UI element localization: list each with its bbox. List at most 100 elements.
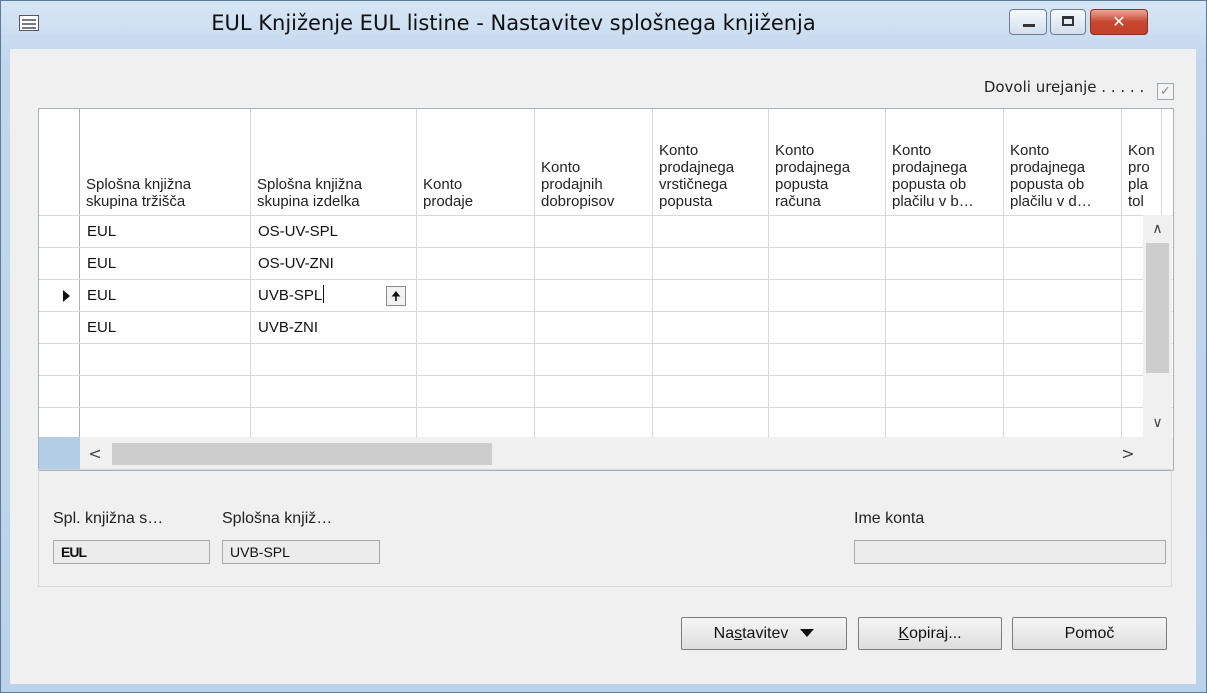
form-icon[interactable] <box>19 15 39 31</box>
table-cell[interactable] <box>535 376 653 407</box>
help-button[interactable]: Pomoč <box>1012 617 1167 650</box>
table-cell[interactable] <box>653 280 769 311</box>
table-cell[interactable]: EUL <box>80 280 251 311</box>
allow-edit-checkbox[interactable]: ✓ <box>1157 83 1174 100</box>
close-button[interactable]: ✕ <box>1090 9 1148 35</box>
table-row[interactable] <box>39 375 1173 407</box>
horizontal-scrollbar[interactable]: < > <box>80 437 1143 470</box>
account-name-field[interactable] <box>854 540 1166 564</box>
table-cell[interactable] <box>886 408 1004 439</box>
table-cell[interactable] <box>1004 312 1122 343</box>
table-cell[interactable] <box>886 248 1004 279</box>
table-cell[interactable] <box>80 376 251 407</box>
row-selector[interactable] <box>39 248 80 279</box>
row-selector[interactable] <box>39 312 80 343</box>
minimize-button[interactable] <box>1009 9 1047 35</box>
vertical-scroll-thumb[interactable] <box>1146 243 1169 373</box>
row-selector[interactable] <box>39 408 80 439</box>
table-cell[interactable]: EUL <box>80 248 251 279</box>
table-cell[interactable] <box>769 344 886 375</box>
table-row[interactable] <box>39 343 1173 375</box>
column-header[interactable]: Konto prodajnega popusta ob plačilu v d… <box>1004 109 1122 215</box>
table-cell[interactable] <box>886 216 1004 247</box>
table-cell[interactable]: OS-UV-SPL <box>251 216 417 247</box>
table-cell[interactable] <box>251 376 417 407</box>
table-row[interactable]: EUL UVB-ZNI <box>39 311 1173 343</box>
table-row[interactable] <box>39 407 1173 439</box>
table-row[interactable]: EUL OS-UV-ZNI <box>39 247 1173 279</box>
table-cell[interactable]: UVB-ZNI <box>251 312 417 343</box>
title-bar[interactable]: EUL Knjiženje EUL listine - Nastavitev s… <box>1 1 1206 49</box>
table-cell[interactable] <box>535 408 653 439</box>
scroll-up-icon[interactable]: ∧ <box>1143 215 1172 243</box>
row-selector[interactable] <box>39 216 80 247</box>
table-cell[interactable] <box>417 216 535 247</box>
table-cell[interactable] <box>251 408 417 439</box>
column-header[interactable]: Splošna knjižna skupina tržišča <box>80 109 251 215</box>
table-cell[interactable] <box>1004 344 1122 375</box>
table-cell[interactable] <box>653 408 769 439</box>
table-cell[interactable] <box>769 376 886 407</box>
maximize-button[interactable] <box>1050 9 1086 35</box>
table-cell[interactable] <box>417 408 535 439</box>
column-header[interactable]: Konto prodajnih dobropisov <box>535 109 653 215</box>
table-cell[interactable] <box>535 312 653 343</box>
table-cell[interactable] <box>653 216 769 247</box>
table-cell[interactable] <box>653 376 769 407</box>
table-cell[interactable] <box>886 280 1004 311</box>
table-cell[interactable] <box>417 280 535 311</box>
row-selector[interactable] <box>39 344 80 375</box>
table-row[interactable]: EUL UVB-SPL 🠉 <box>39 279 1173 311</box>
column-header[interactable]: Kon pro pla tol <box>1122 109 1162 215</box>
table-cell[interactable] <box>1004 248 1122 279</box>
table-cell[interactable] <box>417 312 535 343</box>
table-cell[interactable] <box>535 248 653 279</box>
table-cell[interactable] <box>653 344 769 375</box>
table-cell[interactable] <box>535 280 653 311</box>
table-cell[interactable] <box>1004 408 1122 439</box>
table-cell[interactable] <box>769 216 886 247</box>
table-cell[interactable] <box>653 248 769 279</box>
setup-dropdown-button[interactable]: Nastavitev <box>681 617 847 650</box>
table-cell[interactable] <box>80 344 251 375</box>
table-cell[interactable]: EUL <box>80 312 251 343</box>
column-header[interactable]: Konto prodajnega popusta računa <box>769 109 886 215</box>
column-header[interactable]: Konto prodajnega popusta ob plačilu v b… <box>886 109 1004 215</box>
table-cell[interactable] <box>769 248 886 279</box>
row-selector[interactable] <box>39 376 80 407</box>
table-cell[interactable]: OS-UV-ZNI <box>251 248 417 279</box>
table-cell[interactable] <box>417 376 535 407</box>
scroll-left-icon[interactable]: < <box>80 437 110 470</box>
gen-prod-posting-group-field[interactable]: UVB-SPL <box>222 540 380 564</box>
table-cell[interactable] <box>886 376 1004 407</box>
table-cell[interactable]: EUL <box>80 216 251 247</box>
lookup-arrow-icon[interactable]: 🠉 <box>386 286 406 306</box>
table-cell[interactable] <box>769 312 886 343</box>
table-cell[interactable] <box>535 216 653 247</box>
vertical-scrollbar[interactable]: ∧ ∨ <box>1143 215 1172 437</box>
column-header[interactable]: Konto prodaje <box>417 109 535 215</box>
table-cell[interactable] <box>886 344 1004 375</box>
gen-bus-posting-group-field[interactable]: EUL <box>53 540 210 564</box>
horizontal-scroll-thumb[interactable] <box>112 443 492 465</box>
copy-button[interactable]: Kopiraj... <box>858 617 1002 650</box>
table-cell[interactable] <box>1004 216 1122 247</box>
table-cell[interactable] <box>653 312 769 343</box>
table-cell[interactable] <box>535 344 653 375</box>
scroll-right-icon[interactable]: > <box>1113 437 1143 470</box>
table-cell[interactable] <box>769 408 886 439</box>
column-header[interactable]: Splošna knjižna skupina izdelka <box>251 109 417 215</box>
table-cell[interactable] <box>886 312 1004 343</box>
column-header[interactable]: Konto prodajnega vrstičnega popusta <box>653 109 769 215</box>
scroll-down-icon[interactable]: ∨ <box>1143 409 1172 437</box>
table-cell[interactable] <box>1004 376 1122 407</box>
table-cell[interactable] <box>1004 280 1122 311</box>
table-cell[interactable] <box>769 280 886 311</box>
table-cell[interactable] <box>417 248 535 279</box>
table-cell[interactable] <box>80 408 251 439</box>
table-row[interactable]: EUL OS-UV-SPL <box>39 215 1173 247</box>
table-cell[interactable]: UVB-SPL 🠉 <box>251 280 417 311</box>
row-selector[interactable] <box>39 280 80 311</box>
table-cell[interactable] <box>251 344 417 375</box>
table-cell[interactable] <box>417 344 535 375</box>
